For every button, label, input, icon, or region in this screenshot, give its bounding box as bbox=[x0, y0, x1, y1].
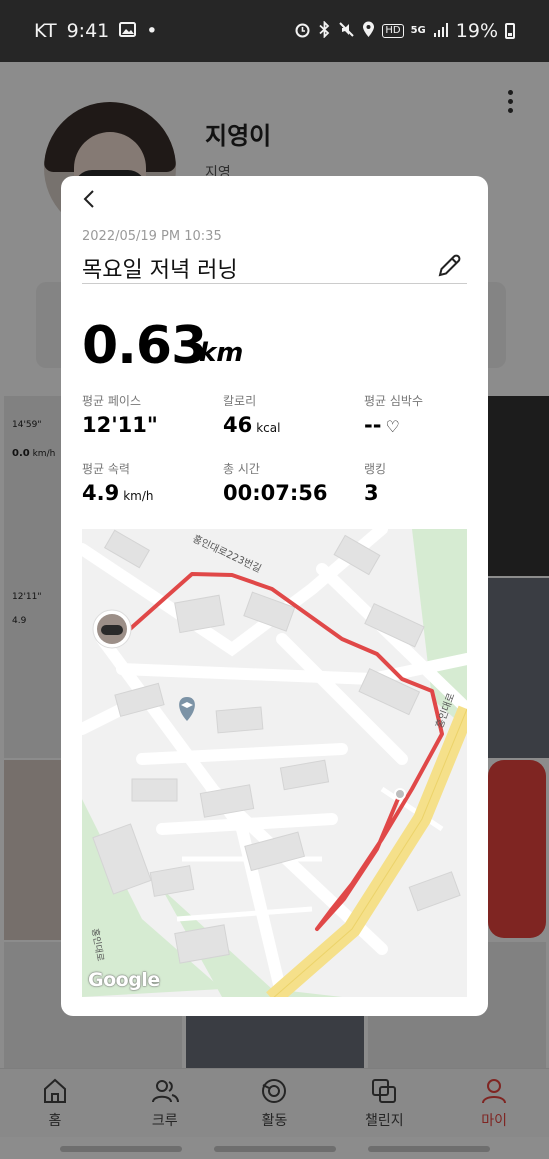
heart-icon: ♡ bbox=[385, 417, 400, 436]
title-divider bbox=[82, 283, 467, 284]
back-button[interactable] bbox=[79, 188, 103, 212]
stat-value: 3 bbox=[364, 481, 379, 505]
gallery-icon bbox=[119, 22, 137, 40]
run-date: 2022/05/19 PM 10:35 bbox=[82, 229, 222, 244]
stat-value: 12'11" bbox=[82, 413, 158, 437]
battery-percent: 19% bbox=[455, 20, 498, 42]
battery-icon bbox=[505, 23, 515, 39]
stat-avg-heart-rate: 평균 심박수 -- ♡ bbox=[364, 392, 423, 437]
carrier-label: KT bbox=[34, 20, 57, 42]
stat-value: -- bbox=[364, 413, 382, 437]
network-5g-icon: 5G bbox=[410, 25, 426, 36]
bluetooth-icon bbox=[318, 20, 331, 41]
stat-avg-pace: 평균 페이스 12'11" bbox=[82, 392, 158, 437]
stat-value: 46 bbox=[223, 413, 253, 437]
stat-unit: kcal bbox=[256, 421, 281, 435]
distance-value: 0.63 bbox=[82, 316, 207, 376]
distance-unit: km bbox=[199, 338, 244, 368]
mute-icon bbox=[338, 21, 355, 41]
edit-title-button[interactable] bbox=[435, 252, 463, 280]
status-bar: KT 9:41 • HD 5G 19% bbox=[0, 0, 549, 62]
stat-unit: km/h bbox=[123, 489, 154, 503]
stat-calories: 칼로리 46 kcal bbox=[223, 392, 280, 437]
stat-label: 평균 심박수 bbox=[364, 394, 424, 408]
route-map[interactable]: 홍인대로223번길 홍인대로 홍인대로 Google bbox=[82, 529, 467, 997]
stat-label: 랭킹 bbox=[364, 462, 387, 476]
signal-icon bbox=[433, 22, 449, 41]
notification-dot: • bbox=[146, 20, 158, 42]
run-title: 목요일 저녁 러닝 bbox=[82, 258, 238, 283]
hd-icon: HD bbox=[382, 24, 404, 38]
google-logo: Google bbox=[88, 969, 160, 991]
pencil-icon bbox=[438, 254, 461, 277]
stat-label: 평균 페이스 bbox=[82, 394, 142, 408]
status-time: 9:41 bbox=[66, 20, 110, 42]
location-icon bbox=[362, 21, 375, 41]
stat-label: 칼로리 bbox=[223, 394, 257, 408]
alarm-icon bbox=[294, 21, 311, 41]
chevron-left-icon bbox=[83, 190, 94, 208]
stat-total-time: 총 시간 00:07:56 bbox=[223, 460, 327, 505]
stat-value: 4.9 bbox=[82, 481, 120, 505]
stat-label: 총 시간 bbox=[223, 462, 260, 476]
stat-avg-speed: 평균 속력 4.9 km/h bbox=[82, 460, 154, 505]
stat-ranking: 랭킹 3 bbox=[364, 460, 386, 505]
stat-label: 평균 속력 bbox=[82, 462, 130, 476]
stat-value: 00:07:56 bbox=[223, 481, 328, 505]
run-detail-dialog: 2022/05/19 PM 10:35 목요일 저녁 러닝 0.63 km 평균… bbox=[61, 176, 488, 1016]
